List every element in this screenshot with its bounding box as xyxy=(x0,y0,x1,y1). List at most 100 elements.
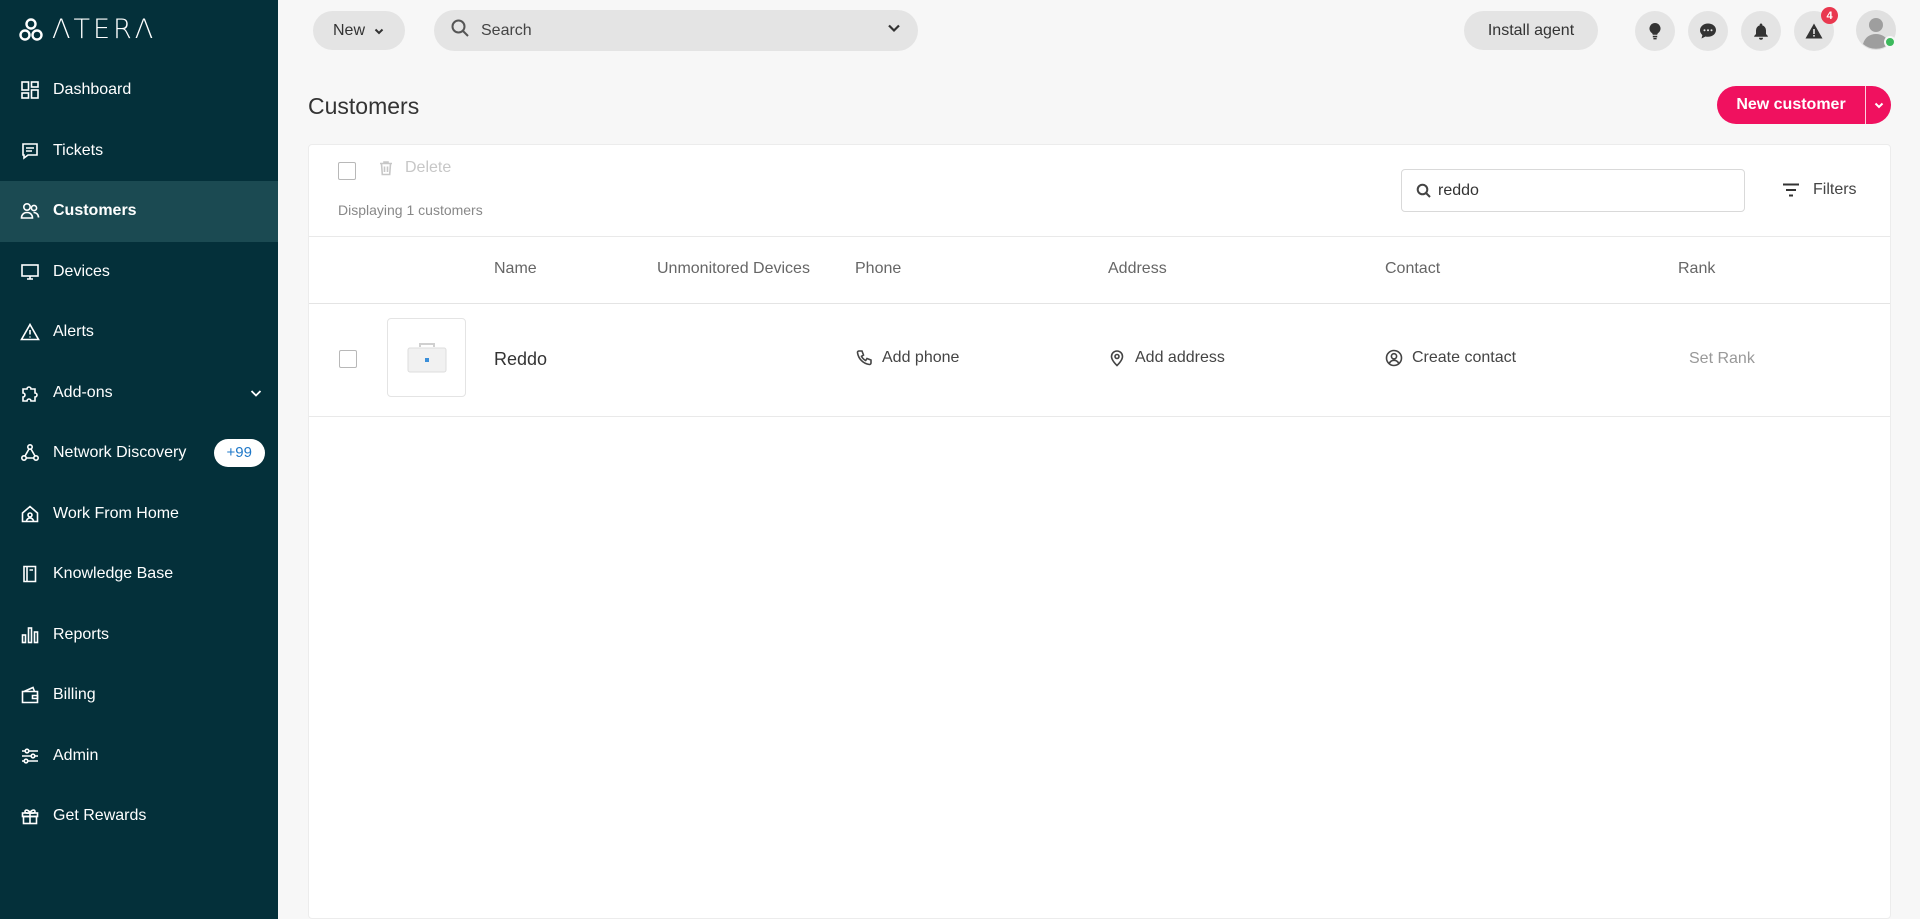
online-status-dot xyxy=(1884,36,1896,48)
button-divider xyxy=(1865,86,1866,124)
sidebar-item-customers[interactable]: Customers xyxy=(0,181,278,242)
atera-logo-icon xyxy=(19,18,43,41)
alerts-button[interactable]: 4 xyxy=(1794,7,1838,51)
table-header: Name Unmonitored Devices Phone Address C… xyxy=(309,236,1890,304)
sidebar-item-label: Customers xyxy=(53,202,137,220)
new-button-label: New xyxy=(332,21,365,39)
new-customer-dropdown[interactable] xyxy=(1866,99,1891,111)
atera-logo[interactable]: ΛTERΛ xyxy=(18,14,157,45)
customer-search[interactable] xyxy=(1401,169,1745,212)
sidebar: ΛTERΛ Dashboard Tickets Customers Device… xyxy=(0,0,278,919)
sidebar-item-knowledge-base[interactable]: Knowledge Base xyxy=(0,544,278,605)
chevron-down-icon[interactable] xyxy=(248,385,264,406)
sidebar-item-label: Devices xyxy=(53,262,110,280)
search-icon xyxy=(450,18,470,43)
sidebar-item-label: Knowledge Base xyxy=(53,565,174,583)
add-address-link[interactable]: Add address xyxy=(1108,349,1225,367)
brand-name: ΛTERΛ xyxy=(52,14,157,45)
user-avatar[interactable] xyxy=(1856,10,1896,50)
alerts-icon xyxy=(20,322,40,342)
gift-icon xyxy=(20,806,40,826)
lightbulb-button[interactable] xyxy=(1635,11,1675,51)
customers-icon xyxy=(20,201,40,221)
sidebar-item-tickets[interactable]: Tickets xyxy=(0,121,278,182)
phone-icon xyxy=(856,350,872,366)
customers-panel: Delete Displaying 1 customers Filters Na… xyxy=(308,144,1891,919)
search-icon xyxy=(1416,183,1431,198)
sidebar-item-billing[interactable]: Billing xyxy=(0,665,278,726)
table-row[interactable]: Reddo Add phone Add address Create conta… xyxy=(309,304,1890,417)
alerts-count-badge: 4 xyxy=(1821,7,1838,24)
global-search[interactable]: Search xyxy=(434,10,918,51)
add-phone-label: Add phone xyxy=(882,349,960,366)
sidebar-item-label: Reports xyxy=(53,625,110,643)
sidebar-item-network-discovery[interactable]: Network Discovery +99 xyxy=(0,423,278,484)
wallet-icon xyxy=(20,685,40,705)
new-customer-label: New customer xyxy=(1736,96,1846,113)
bell-icon xyxy=(1754,23,1768,40)
set-rank-link[interactable]: Set Rank xyxy=(1689,350,1755,368)
create-contact-link[interactable]: Create contact xyxy=(1385,349,1516,367)
create-contact-label: Create contact xyxy=(1412,349,1517,366)
sidebar-item-admin[interactable]: Admin xyxy=(0,726,278,787)
sidebar-nav: Dashboard Tickets Customers Devices Aler… xyxy=(0,60,278,847)
sidebar-item-devices[interactable]: Devices xyxy=(0,242,278,303)
dashboard-icon xyxy=(20,80,40,100)
delete-label: Delete xyxy=(405,159,452,176)
network-icon xyxy=(20,443,40,463)
tickets-icon xyxy=(20,141,40,161)
install-agent-button[interactable]: Install agent xyxy=(1464,11,1598,50)
sliders-icon xyxy=(20,746,40,766)
sidebar-item-work-from-home[interactable]: Work From Home xyxy=(0,484,278,545)
column-header-contact[interactable]: Contact xyxy=(1385,260,1440,278)
sidebar-item-get-rewards[interactable]: Get Rewards xyxy=(0,786,278,847)
book-icon xyxy=(20,564,40,584)
filters-button[interactable]: Filters xyxy=(1781,180,1857,200)
sidebar-item-alerts[interactable]: Alerts xyxy=(0,302,278,363)
chevron-down-icon xyxy=(374,28,384,34)
topbar: New Search Install agent 4 xyxy=(278,0,1920,60)
sidebar-item-label: Admin xyxy=(53,746,99,764)
warning-icon xyxy=(1805,23,1823,39)
sidebar-item-dashboard[interactable]: Dashboard xyxy=(0,60,278,121)
sidebar-item-label: Add-ons xyxy=(53,383,113,401)
trash-icon xyxy=(380,161,392,176)
column-header-phone[interactable]: Phone xyxy=(855,260,901,278)
customer-count: Displaying 1 customers xyxy=(338,202,483,218)
sidebar-item-label: Work From Home xyxy=(53,504,179,522)
sidebar-item-label: Network Discovery xyxy=(53,444,187,462)
column-header-name[interactable]: Name xyxy=(494,260,537,278)
customer-logo xyxy=(387,318,466,397)
customer-name[interactable]: Reddo xyxy=(494,349,547,370)
chat-button[interactable] xyxy=(1688,11,1728,51)
row-checkbox[interactable] xyxy=(339,350,357,368)
chevron-down-icon xyxy=(1874,102,1883,109)
new-customer-button[interactable]: New customer xyxy=(1717,86,1891,124)
new-button[interactable]: New xyxy=(313,11,405,50)
chat-icon xyxy=(1700,23,1716,39)
column-header-address[interactable]: Address xyxy=(1108,260,1167,278)
customer-search-input[interactable] xyxy=(1438,181,1738,200)
filters-label: Filters xyxy=(1813,181,1857,198)
location-pin-icon xyxy=(1110,350,1124,367)
filter-icon xyxy=(1783,183,1799,197)
sidebar-item-label: Get Rewards xyxy=(53,807,147,825)
add-phone-link[interactable]: Add phone xyxy=(855,349,959,367)
briefcase-icon xyxy=(407,342,446,372)
devices-icon xyxy=(20,262,40,282)
delete-button[interactable]: Delete xyxy=(377,159,451,177)
column-header-rank[interactable]: Rank xyxy=(1678,260,1715,278)
user-circle-icon xyxy=(1385,349,1403,367)
notifications-button[interactable] xyxy=(1741,11,1781,51)
sidebar-item-label: Dashboard xyxy=(53,81,132,99)
home-icon xyxy=(20,504,40,524)
sidebar-item-label: Billing xyxy=(53,686,96,704)
select-all-checkbox[interactable] xyxy=(338,162,356,180)
chevron-down-icon[interactable] xyxy=(886,20,902,41)
sidebar-item-add-ons[interactable]: Add-ons xyxy=(0,363,278,424)
sidebar-item-reports[interactable]: Reports xyxy=(0,605,278,666)
page-title: Customers xyxy=(308,93,420,119)
lightbulb-icon xyxy=(1649,22,1661,40)
add-address-label: Add address xyxy=(1135,349,1225,366)
column-header-unmonitored-devices[interactable]: Unmonitored Devices xyxy=(657,260,810,278)
